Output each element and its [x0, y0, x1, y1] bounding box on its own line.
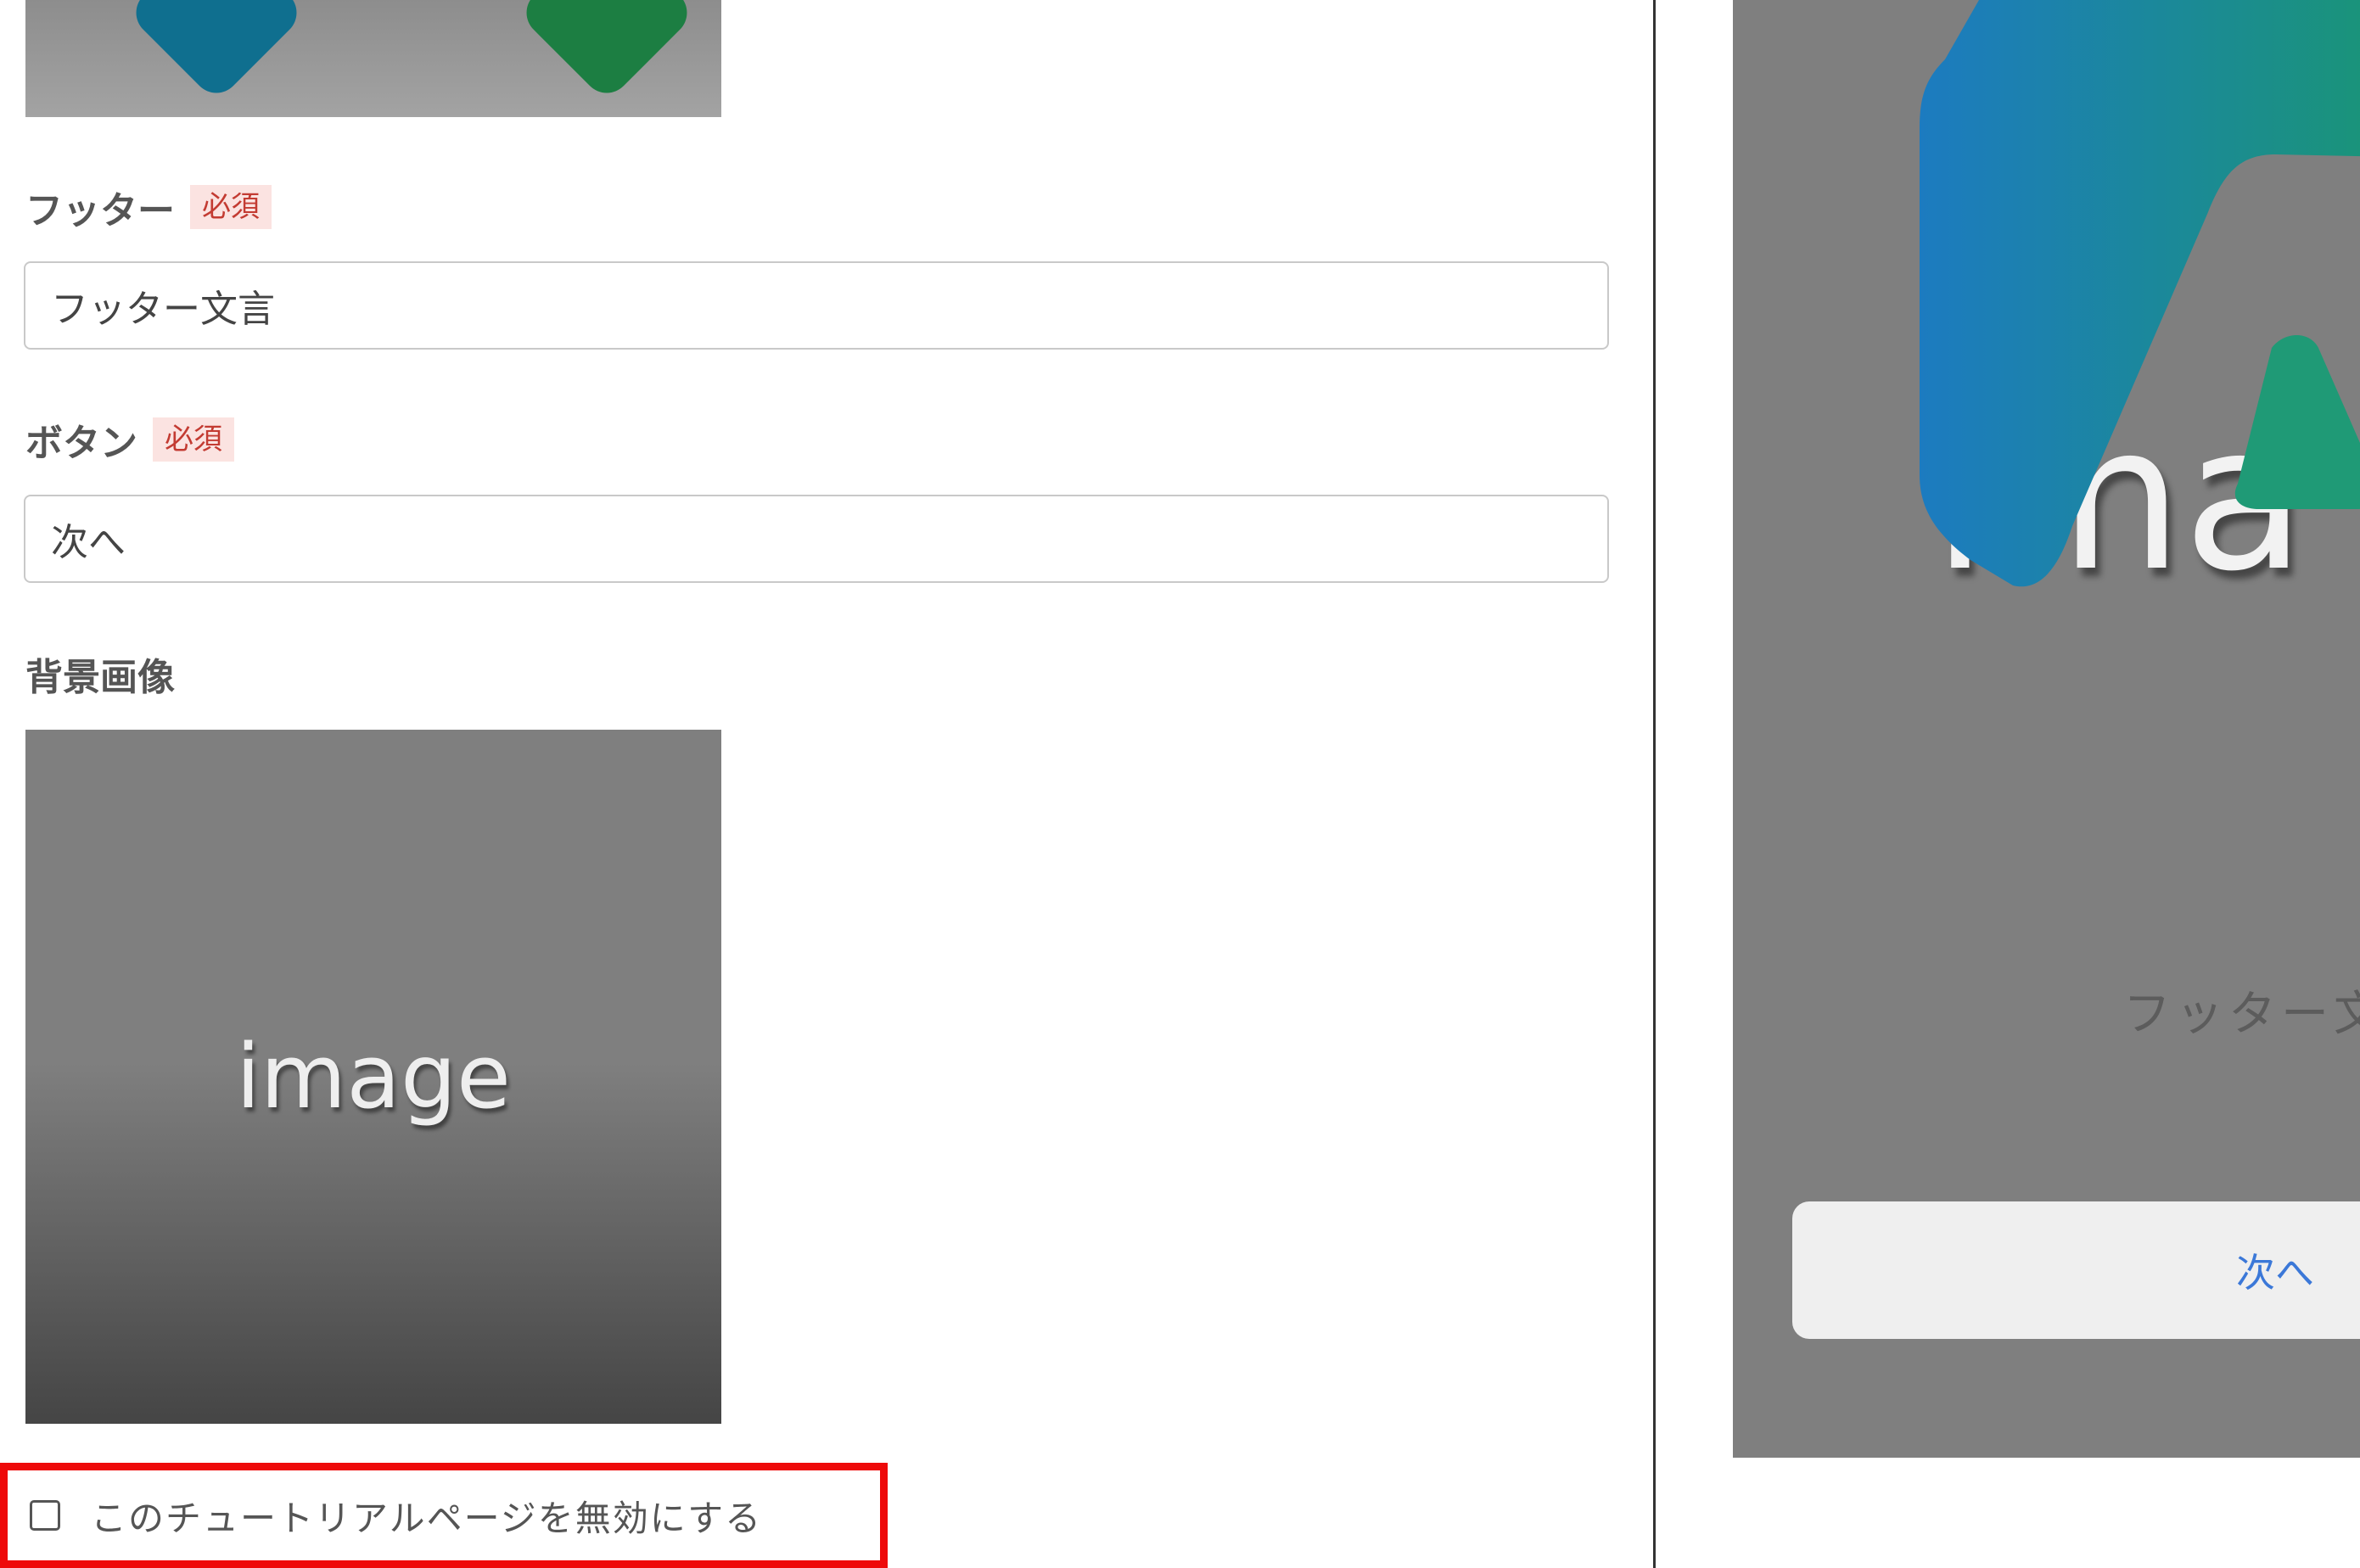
button-field-label: ボタン 必須: [25, 416, 234, 465]
required-badge: 必須: [190, 185, 272, 229]
footer-label-text: フッター: [25, 189, 175, 232]
disable-page-checkbox[interactable]: [30, 1500, 60, 1531]
panel-divider: [1653, 0, 1656, 1568]
footer-field-label: フッター 必須: [25, 183, 272, 232]
preview-footer-text: フッター文: [2123, 987, 2360, 1042]
preview-panel: ima フッター文 次へ: [1733, 0, 2360, 1458]
tutorial-page-editor: フッター 必須 ボタン 必須 背景画像 image このチュートリアルページを無…: [0, 0, 2360, 1568]
button-text-input[interactable]: [24, 495, 1609, 583]
logo-shape-right: [516, 0, 698, 104]
app-logo-icon: [1920, 0, 2360, 587]
background-image-label-text: 背景画像: [25, 656, 175, 699]
image-placeholder-text: image: [236, 1025, 511, 1128]
required-badge: 必須: [153, 417, 234, 462]
image-thumbnail-top[interactable]: [25, 0, 721, 117]
background-image-thumbnail[interactable]: image: [25, 730, 721, 1424]
button-label-text: ボタン: [25, 422, 137, 465]
disable-page-highlight: このチュートリアルページを無効にする: [0, 1463, 888, 1568]
disable-page-checkbox-label[interactable]: このチュートリアルページを無効にする: [91, 1490, 762, 1542]
background-image-label: 背景画像: [25, 650, 175, 699]
logo-shape-left: [126, 0, 307, 104]
footer-input[interactable]: [24, 261, 1609, 350]
preview-next-button[interactable]: 次へ: [1792, 1201, 2360, 1339]
